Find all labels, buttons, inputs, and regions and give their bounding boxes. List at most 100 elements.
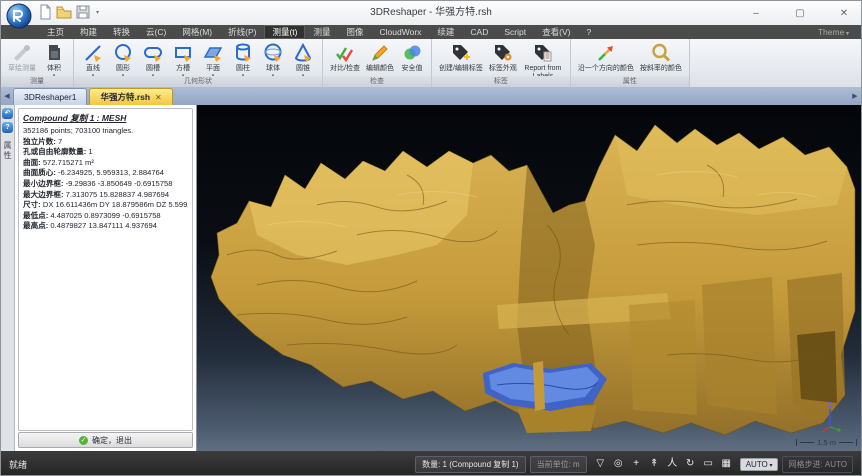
pencil-icon: [369, 42, 391, 64]
tag-report-icon: [532, 42, 554, 64]
tab-scroll-left-icon[interactable]: ◀: [1, 89, 13, 105]
circle-icon: [112, 42, 134, 64]
axis-gizmo: Z: [813, 401, 847, 435]
minimize-button[interactable]: –: [747, 8, 765, 19]
pan-icon[interactable]: +: [630, 457, 643, 471]
ribbon-group-label: 几何形状: [74, 76, 322, 87]
ribbon-group-label: 检查: [323, 76, 431, 87]
viewport-3d[interactable]: Z 1.5 m: [197, 105, 862, 451]
cylinder-icon: [232, 42, 254, 64]
ribbon-group-label: 标签: [432, 76, 570, 87]
status-bar: 就绪 数量: 1 (Compound 复制 1) 当前单位: m ▽ ◎ + ↟…: [1, 451, 861, 476]
zoom-icon[interactable]: ◎: [612, 457, 625, 471]
ribbon-group-label: 测量: [1, 76, 73, 87]
scale-bar: 1.5 m: [796, 438, 857, 447]
color-along-direction-button[interactable]: 沿一个方向的颜色: [576, 41, 636, 74]
plane-icon: [202, 42, 224, 64]
menu-construct[interactable]: 构建: [72, 25, 105, 39]
menu-mesh[interactable]: 网格(M): [174, 25, 220, 39]
menu-view[interactable]: 查看(V): [534, 25, 578, 39]
mesh-header: Compound 复制 1 : MESH: [23, 112, 188, 124]
undo-panel-icon[interactable]: ↶: [2, 108, 13, 119]
theme-menu[interactable]: Theme: [810, 25, 857, 39]
cone-icon: [292, 42, 314, 64]
menu-script[interactable]: Script: [496, 25, 534, 39]
ribbon-group-geometry: 直线 圆形 圆槽 方槽 平面: [74, 39, 323, 87]
main-area: ↶ ? 属性 Compound 复制 1 : MESH 352186 point…: [1, 105, 861, 451]
tab-scroll-right-icon[interactable]: ▶: [849, 89, 861, 105]
ribbon-group-label: 属性: [571, 76, 689, 87]
label-appearance-button[interactable]: 标签外观: [487, 41, 519, 74]
auto-grid-dropdown[interactable]: AUTO: [740, 458, 779, 471]
ribbon-group-inspect: 对比/检查 编辑颜色 安全值 检查: [323, 39, 432, 87]
tab-3dreshaper1[interactable]: 3DReshaper1: [13, 88, 87, 105]
properties-panel: Compound 复制 1 : MESH 352186 points; 7031…: [15, 105, 197, 451]
filter-icon[interactable]: ▽: [594, 457, 607, 471]
menu-home[interactable]: 主页: [39, 25, 72, 39]
menu-cloud[interactable]: 云(C): [138, 25, 174, 39]
menu-polyline[interactable]: 折线(P): [220, 25, 264, 39]
sphere-button[interactable]: 球体: [259, 41, 287, 80]
elevation-icon[interactable]: ↟: [648, 457, 661, 471]
tag-gear-icon: [492, 42, 514, 64]
confirm-exit-button[interactable]: ✓ 确定，退出: [18, 432, 193, 448]
document-tab-strip: ◀ 3DReshaper1 华强方特.rsh ✕ ▶: [1, 87, 861, 105]
help-icon[interactable]: ?: [2, 122, 13, 133]
axis-z-label: Z: [828, 402, 833, 409]
menu-extend[interactable]: 续建: [429, 25, 462, 39]
tab-huaqiangfangte[interactable]: 华强方特.rsh ✕: [89, 88, 172, 105]
grid-icon[interactable]: ▦: [720, 457, 733, 471]
tab-label: 华强方特.rsh: [100, 90, 150, 105]
ribbon-group-measure: 草绘测量 体积 测量: [1, 39, 74, 87]
cylinder-button[interactable]: 圆柱: [229, 41, 257, 80]
status-icon-strip: ▽ ◎ + ↟ 人 ↻ ▭ ▦: [594, 457, 733, 471]
centroid-line: 曲面质心: -6.234925, 5.959313, 2.884764: [23, 168, 188, 179]
create-edit-labels-button[interactable]: 创建/编辑标签: [437, 41, 485, 74]
menu-help[interactable]: ?: [578, 25, 599, 39]
square-slot-button[interactable]: 方槽: [169, 41, 197, 80]
close-button[interactable]: ✕: [835, 8, 853, 19]
line-button[interactable]: 直线: [79, 41, 107, 80]
compare-inspect-button[interactable]: 对比/检查: [328, 41, 362, 74]
window-title: 3DReshaper - 华强方特.rsh: [1, 1, 861, 25]
confirm-exit-label: 确定，退出: [92, 435, 132, 446]
tab-close-icon[interactable]: ✕: [155, 90, 162, 105]
bbox-max-line: 最大边界框: 7.313075 15.828837 4.987694: [23, 190, 188, 201]
cone-button[interactable]: 圆锥: [289, 41, 317, 80]
properties-tab[interactable]: 属性: [2, 141, 13, 161]
round-slot-button[interactable]: 圆槽: [139, 41, 167, 80]
color-blob-icon: [401, 42, 423, 64]
surface-line: 曲面: 572.715271 m²: [23, 158, 188, 169]
report-from-labels-button[interactable]: Report from Labels: [521, 41, 565, 81]
app-logo-icon[interactable]: [6, 3, 32, 29]
color-by-slope-button[interactable]: 按斜率的颜色: [638, 41, 684, 74]
orbit-icon[interactable]: ↻: [684, 457, 697, 471]
menu-transform[interactable]: 转换: [105, 25, 138, 39]
selection-box-icon[interactable]: ▭: [702, 457, 715, 471]
maximize-button[interactable]: ▢: [791, 8, 809, 19]
ribbon-group-attributes: 沿一个方向的颜色 按斜率的颜色 属性: [571, 39, 690, 87]
beaker-icon: [43, 42, 65, 64]
size-line: 尺寸: DX 16.611436m DY 18.879586m DZ 5.599…: [23, 200, 188, 211]
menu-cad[interactable]: CAD: [462, 25, 496, 39]
status-right-cluster: 数量: 1 (Compound 复制 1) 当前单位: m ▽ ◎ + ↟ 人 …: [415, 456, 853, 473]
safety-value-button[interactable]: 安全值: [398, 41, 426, 74]
mesh-model: [197, 105, 862, 451]
menu-image[interactable]: 图像: [339, 25, 372, 39]
menu-measure[interactable]: 测量(t): [264, 25, 305, 39]
menu-cloudworx[interactable]: CloudWorx: [372, 25, 430, 39]
app-window: ▾ 3DReshaper - 华强方特.rsh – ▢ ✕ 主页 构建 转换 云…: [0, 0, 862, 476]
grid-step-label: 网格步进: AUTO: [782, 456, 853, 473]
edit-colors-button[interactable]: 编辑颜色: [364, 41, 396, 74]
person-icon[interactable]: 人: [666, 457, 679, 471]
circle-button[interactable]: 圆形: [109, 41, 137, 80]
direction-arrow-icon: [595, 42, 617, 64]
title-bar: ▾ 3DReshaper - 华强方特.rsh – ▢ ✕: [1, 1, 861, 25]
menu-bar: 主页 构建 转换 云(C) 网格(M) 折线(P) 测量(t) 测量 图像 Cl…: [1, 25, 861, 39]
plane-button[interactable]: 平面: [199, 41, 227, 80]
window-controls: – ▢ ✕: [747, 1, 853, 25]
menu-survey[interactable]: 测量: [305, 25, 338, 39]
volume-button[interactable]: 体积: [40, 41, 68, 80]
sphere-icon: [262, 42, 284, 64]
tab-label: 3DReshaper1: [24, 90, 76, 105]
